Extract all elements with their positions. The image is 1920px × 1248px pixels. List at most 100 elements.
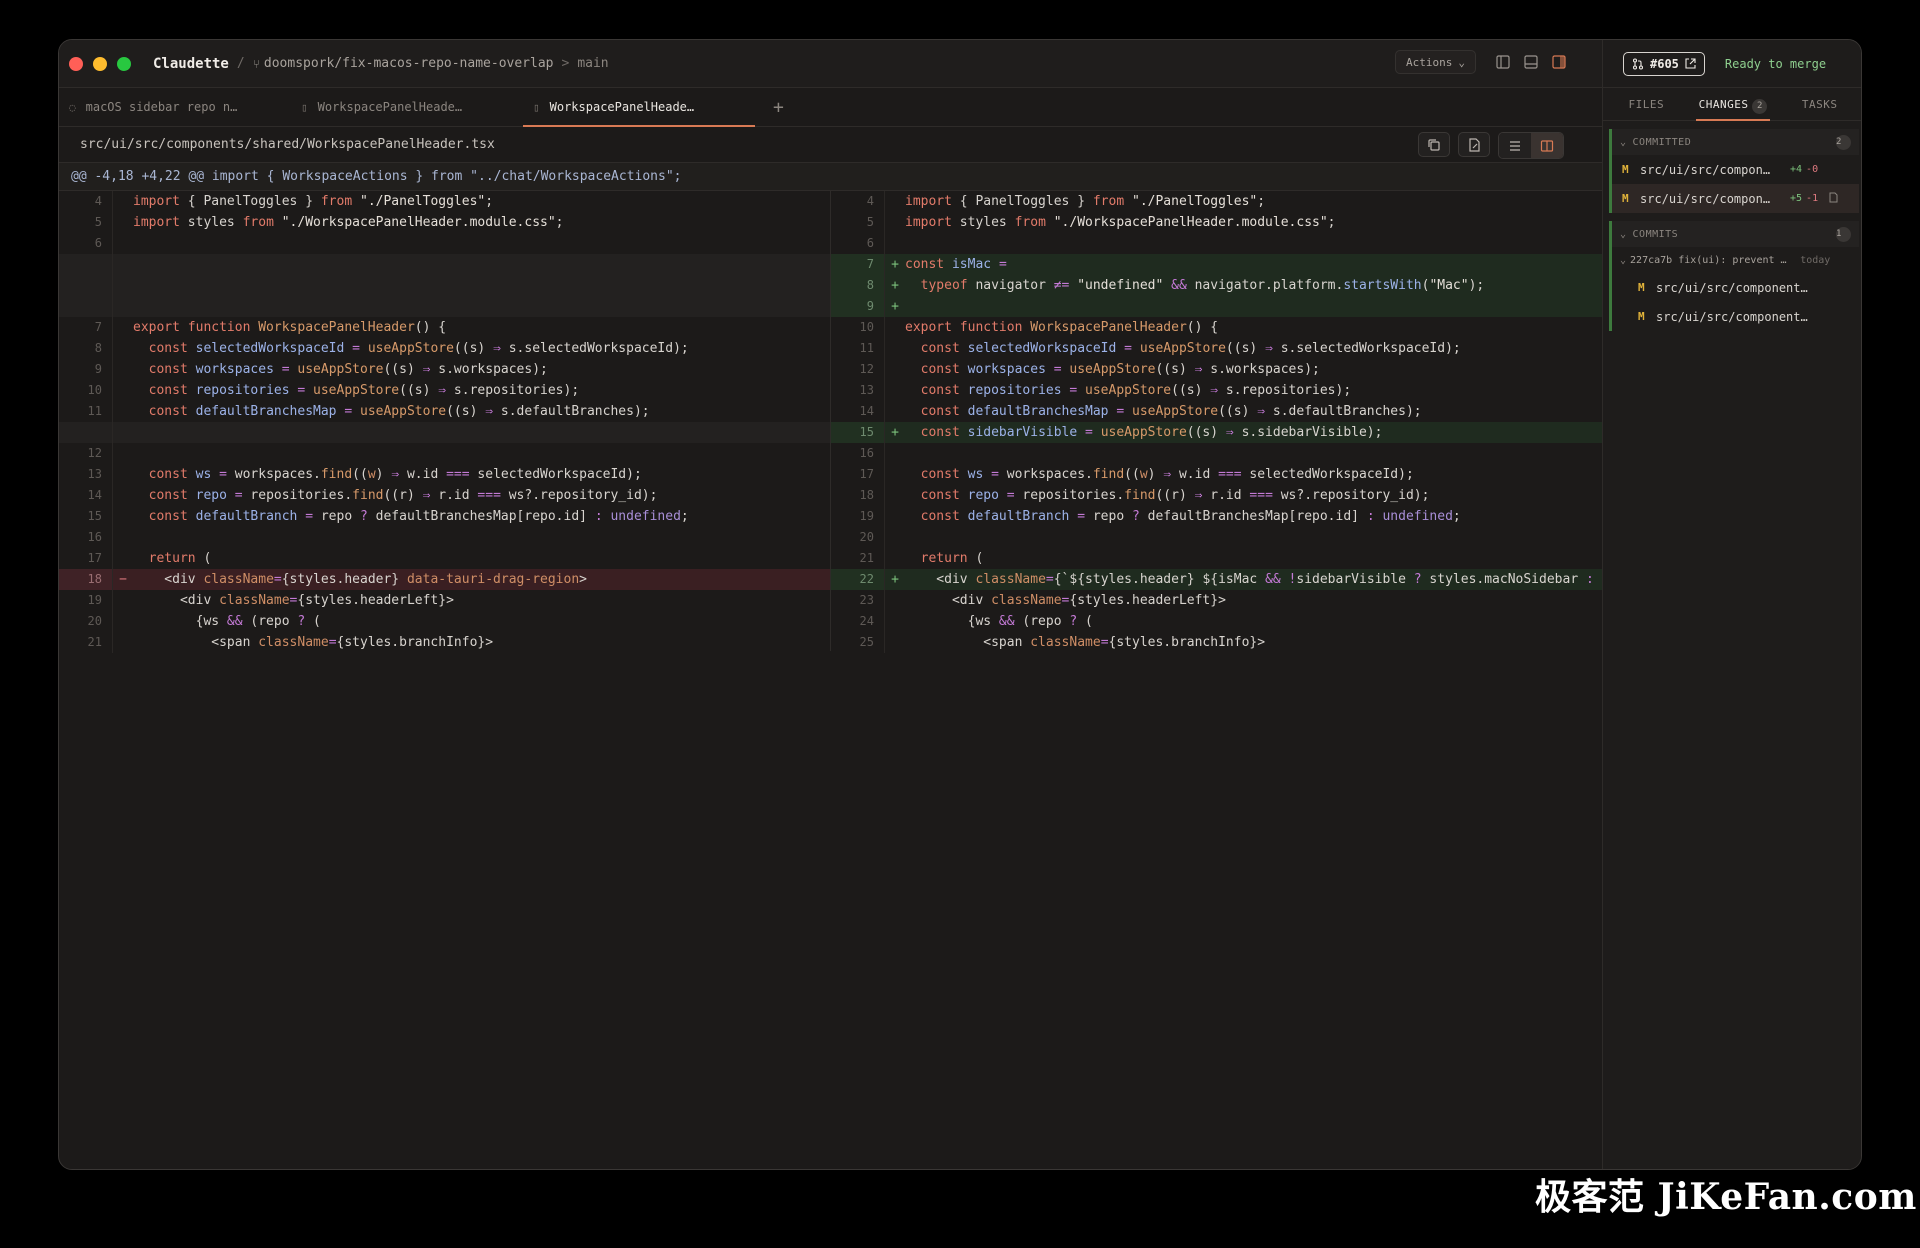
diff-line-added: 8 + typeof navigator ≠= "undefined" && na… xyxy=(831,275,1602,296)
diff-line: 5 import styles from "./WorkspacePanelHea… xyxy=(59,212,830,233)
committed-count: 2 xyxy=(1836,134,1851,150)
commit-item[interactable]: ⌄ 227ca7b fix(ui): prevent … today xyxy=(1612,247,1859,273)
unified-view-button[interactable] xyxy=(1499,133,1531,158)
commit-message: fix(ui): prevent … xyxy=(1678,254,1787,266)
diff-line: 10 export function WorkspacePanelHeader()… xyxy=(831,317,1602,338)
commit-time: today xyxy=(1800,254,1831,266)
breadcrumb-separator: / xyxy=(236,56,245,71)
tab-label: WorkspacePanelHeade… xyxy=(317,100,463,114)
diff-line-added: 22 + <div className={`${styles.header} ${… xyxy=(831,569,1602,590)
toggle-left-panel-icon[interactable] xyxy=(1494,53,1512,71)
committed-title: COMMITTED xyxy=(1632,136,1692,148)
modified-badge: M xyxy=(1622,192,1629,205)
file-icon: ▯ xyxy=(533,100,540,114)
tab-files[interactable]: FILES xyxy=(1603,88,1690,121)
diff-line: 5 import styles from "./WorkspacePanelHea… xyxy=(831,212,1602,233)
changes-sidebar: #605 Ready to merge FILES CHANGES 2 TASKS… xyxy=(1602,40,1861,1169)
diff-line: 19 <div className={styles.headerLeft}> xyxy=(59,590,830,611)
chevron-down-icon: ⌄ xyxy=(1620,254,1627,266)
commit-file-item[interactable]: M src/ui/src/component… xyxy=(1612,302,1859,331)
changed-file-item[interactable]: M src/ui/src/compon… +4 -0 xyxy=(1612,155,1859,184)
diff-line: 17 return ( xyxy=(59,548,830,569)
diff-line: 15 const defaultBranch = repo ? defaultB… xyxy=(59,506,830,527)
branch-name[interactable]: doomspork/fix-macos-repo-name-overlap xyxy=(264,56,554,71)
changed-file-item-selected[interactable]: M src/ui/src/compon… +5 -1 xyxy=(1612,184,1859,213)
merge-status: Ready to merge xyxy=(1724,56,1827,71)
commit-file-item[interactable]: M src/ui/src/component… xyxy=(1612,273,1859,302)
toggle-right-panel-icon[interactable] xyxy=(1550,53,1568,71)
commits-count: 1 xyxy=(1836,226,1851,242)
diff-line: 21 return ( xyxy=(831,548,1602,569)
sidebar-tabs: FILES CHANGES 2 TASKS xyxy=(1603,88,1861,121)
diff-line: 18 const repo = repositories.find((r) ⇒ … xyxy=(831,485,1602,506)
diff-line: 8 const selectedWorkspaceId = useAppStor… xyxy=(59,338,830,359)
diff-line: 4 import { PanelToggles } from "./PanelTo… xyxy=(59,191,830,212)
diff-view-toggle xyxy=(1498,132,1564,159)
file-name: src/ui/src/component… xyxy=(1656,309,1808,324)
committed-header[interactable]: ⌄ COMMITTED 2 xyxy=(1612,129,1859,155)
file-name: src/ui/src/compon… xyxy=(1640,162,1771,177)
diff-line: 9 const workspaces = useAppStore((s) ⇒ s… xyxy=(59,359,830,380)
changes-count: 2 xyxy=(1752,98,1768,114)
tab-label: macOS sidebar repo n… xyxy=(85,100,238,114)
committed-section: ⌄ COMMITTED 2 M src/ui/src/compon… +4 -0 … xyxy=(1609,129,1859,213)
diff-line: 14 const repo = repositories.find((r) ⇒ … xyxy=(59,485,830,506)
app-name: Claudette xyxy=(153,55,229,72)
pull-request-badge[interactable]: #605 xyxy=(1623,51,1705,76)
new-tab-button[interactable]: + xyxy=(773,97,784,118)
open-file-icon[interactable] xyxy=(1828,192,1839,206)
tab-label: WorkspacePanelHeade… xyxy=(549,100,695,114)
diff-line: 7 export function WorkspacePanelHeader() … xyxy=(59,317,830,338)
diff-line: 6 xyxy=(59,233,830,254)
tab-file-diff-active[interactable]: ▯ WorkspacePanelHeade… xyxy=(523,88,755,127)
commits-section: ⌄ COMMITS 1 ⌄ 227ca7b fix(ui): prevent … … xyxy=(1609,221,1859,331)
file-path-bar: src/ui/src/components/shared/WorkspacePa… xyxy=(59,127,1602,163)
diff-line: 14 const defaultBranchesMap = useAppStor… xyxy=(831,401,1602,422)
copy-button[interactable] xyxy=(1418,132,1450,157)
tab-chat-session[interactable]: ◌ macOS sidebar repo n… xyxy=(59,88,291,127)
minimize-window-button[interactable] xyxy=(93,56,107,71)
tab-file-diff[interactable]: ▯ WorkspacePanelHeade… xyxy=(291,88,523,127)
zoom-window-button[interactable] xyxy=(117,56,131,71)
modified-badge: M xyxy=(1622,163,1629,176)
tab-changes[interactable]: CHANGES 2 xyxy=(1690,88,1777,121)
watermark: 极客范 JiKeFan.com xyxy=(1535,1176,1917,1218)
diff-line-added: 15 + const sidebarVisible = useAppStore((… xyxy=(831,422,1602,443)
commits-header[interactable]: ⌄ COMMITS 1 xyxy=(1612,221,1859,247)
chevron-down-icon: ⌄ xyxy=(1458,55,1465,69)
diff-line: 16 xyxy=(831,443,1602,464)
tab-tasks[interactable]: TASKS xyxy=(1776,88,1861,121)
deletions-count: -1 xyxy=(1806,193,1819,204)
pr-header: #605 Ready to merge xyxy=(1603,40,1861,88)
additions-count: +5 xyxy=(1790,193,1803,204)
actions-label: Actions xyxy=(1406,55,1453,69)
diff-line: 13 const repositories = useAppStore((s) … xyxy=(831,380,1602,401)
window-controls xyxy=(69,56,131,71)
close-window-button[interactable] xyxy=(69,56,83,71)
diff-line-removed: 18− <div className={styles.header} data-… xyxy=(59,569,830,590)
diff-line-added: 7 + const isMac = xyxy=(831,254,1602,275)
external-link-icon xyxy=(1685,58,1696,69)
diff-line: 4 import { PanelToggles } from "./PanelTo… xyxy=(831,191,1602,212)
file-path: src/ui/src/components/shared/WorkspacePa… xyxy=(80,137,495,152)
chevron-down-icon: ⌄ xyxy=(1620,228,1627,240)
commits-title: COMMITS xyxy=(1632,228,1679,240)
file-name: src/ui/src/component… xyxy=(1656,280,1808,295)
diff-line: 6 xyxy=(831,233,1602,254)
diff-line: 16 xyxy=(59,527,830,548)
open-in-editor-button[interactable] xyxy=(1458,132,1490,157)
diff-new-pane: 4 import { PanelToggles } from "./PanelTo… xyxy=(831,191,1602,653)
diff-line: 17 const ws = workspaces.find((w) ⇒ w.id… xyxy=(831,464,1602,485)
modified-badge: M xyxy=(1638,281,1645,294)
chevron-down-icon: ⌄ xyxy=(1620,136,1627,148)
editor-tabbar: ◌ macOS sidebar repo n… ▯ WorkspacePanel… xyxy=(59,88,1602,127)
diff-old-pane: 4 import { PanelToggles } from "./PanelTo… xyxy=(59,191,831,653)
actions-dropdown[interactable]: Actions ⌄ xyxy=(1395,50,1476,74)
base-branch[interactable]: main xyxy=(577,56,608,71)
split-view-button[interactable] xyxy=(1531,133,1563,158)
diff-line: 11 const selectedWorkspaceId = useAppSto… xyxy=(831,338,1602,359)
toggle-bottom-panel-icon[interactable] xyxy=(1522,53,1540,71)
diff-line: 12 const workspaces = useAppStore((s) ⇒ … xyxy=(831,359,1602,380)
diff-line-added: 9 + xyxy=(831,296,1602,317)
additions-count: +4 xyxy=(1790,164,1803,175)
